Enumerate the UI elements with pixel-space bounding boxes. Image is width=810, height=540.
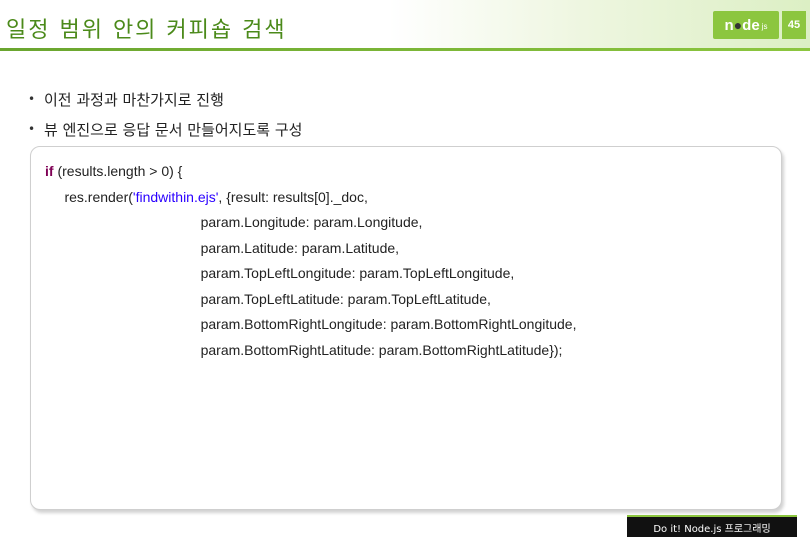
code-content: if (results.length > 0) { res.render('fi…	[45, 159, 576, 363]
page-number: 45	[782, 11, 806, 39]
bullet-text: 이전 과정과 마찬가지로 진행	[44, 90, 224, 109]
code-line: res.render('findwithin.ejs', {result: re…	[45, 185, 576, 211]
code-line: param.BottomRightLatitude: param.BottomR…	[45, 341, 563, 358]
bullet-text: 뷰 엔진으로 응답 문서 만들어지도록 구성	[44, 120, 303, 139]
code-string: 'findwithin.ejs'	[132, 188, 219, 205]
footer-book-title: Do it! Node.js 프로그래밍	[627, 515, 797, 537]
bullet-list: • 이전 과정과 마찬가지로 진행 • 뷰 엔진으로 응답 문서 만들어지도록 …	[28, 84, 302, 144]
code-line: if (results.length > 0) {	[45, 159, 576, 185]
code-line: param.TopLeftLongitude: param.TopLeftLon…	[45, 265, 515, 281]
logo-dot: ●	[733, 17, 743, 33]
code-line: param.Longitude: param.Longitude,	[45, 214, 423, 230]
logo-js: js	[761, 22, 768, 31]
title-divider	[0, 48, 810, 51]
code-text: (results.length > 0) {	[53, 163, 183, 179]
code-line: param.Latitude: param.Latitude,	[45, 239, 400, 256]
bullet-marker: •	[28, 92, 36, 106]
slide-title: 일정 범위 안의 커피숍 검색	[6, 18, 287, 43]
logo-text-post: de	[742, 16, 760, 34]
code-block: if (results.length > 0) { res.render('fi…	[30, 146, 782, 510]
code-line: param.BottomRightLongitude: param.Bottom…	[45, 316, 577, 332]
code-keyword: if	[45, 163, 54, 179]
code-line: param.TopLeftLatitude: param.TopLeftLati…	[45, 290, 491, 307]
nodejs-logo: n ● de js	[713, 11, 779, 39]
bullet-item: • 이전 과정과 마찬가지로 진행	[28, 84, 302, 114]
bullet-item: • 뷰 엔진으로 응답 문서 만들어지도록 구성	[28, 114, 302, 144]
title-bar: 일정 범위 안의 커피숍 검색 n ● de js 45	[0, 0, 810, 50]
code-text: res.render(	[45, 188, 133, 205]
bullet-marker: •	[28, 122, 36, 136]
code-text: , {result: results[0]._doc,	[218, 188, 368, 205]
logo-text-pre: n	[724, 16, 734, 34]
